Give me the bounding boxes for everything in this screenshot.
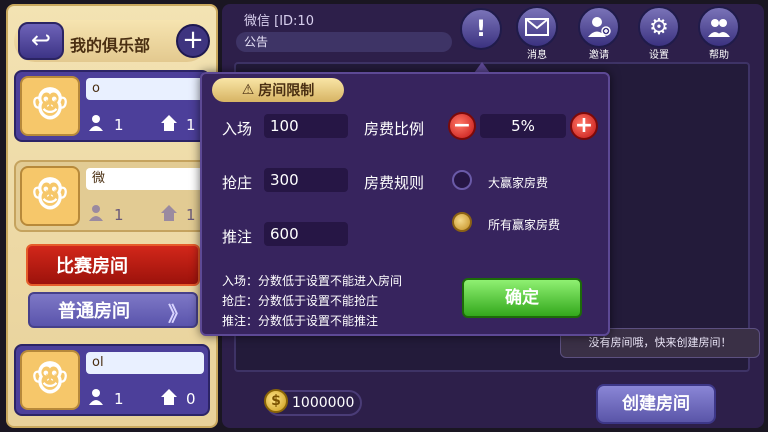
radio-all-winners-label: 所有赢家房费 (488, 218, 561, 232)
settings-label: 设置 (649, 50, 669, 61)
add-user-icon (588, 17, 611, 37)
settings-button[interactable]: ⚙ (638, 6, 680, 48)
minus-icon: − (452, 113, 472, 138)
radio-all-winners[interactable] (452, 212, 472, 232)
room-card[interactable]: 🐵 微 1 1 (14, 160, 210, 232)
banker-input[interactable]: 300 (264, 168, 348, 192)
fee-ratio-increase-button[interactable]: + (570, 112, 598, 140)
room-players-count: 1 (114, 206, 124, 224)
tab-match-rooms[interactable]: 比赛房间 (26, 244, 200, 286)
fee-ratio-decrease-button[interactable]: − (448, 112, 476, 140)
bet-input[interactable]: 600 (264, 222, 348, 246)
notice-text: 公告 (244, 35, 269, 49)
monkey-avatar-icon: 🐵 (20, 76, 80, 136)
room-tables-count: 0 (186, 390, 196, 408)
note-entry: 入场：分数低于设置不能进入房间 (222, 274, 403, 288)
room-owner-name: o (86, 78, 204, 100)
monkey-avatar-icon: 🐵 (20, 166, 80, 226)
person-icon (88, 388, 104, 410)
tab-normal-label: 普通房间 (58, 301, 130, 322)
house-icon (160, 204, 178, 226)
tab-normal-rooms[interactable]: 普通房间 》 (28, 292, 198, 328)
alert-button[interactable]: ! (460, 8, 502, 50)
house-icon (160, 114, 178, 136)
banker-label: 抢庄 (222, 174, 253, 192)
room-players-count: 1 (114, 390, 124, 408)
gear-icon: ⚙ (649, 14, 669, 40)
warning-icon: ⚠ (241, 82, 255, 98)
back-button[interactable]: ↩ (18, 22, 64, 60)
members-icon (708, 19, 730, 37)
coin-balance-value: 1000000 (292, 395, 355, 411)
coin-icon: $ (264, 389, 288, 413)
modal-title: ⚠ 房间限制 (212, 78, 344, 102)
room-tables-count: 1 (186, 206, 196, 224)
fee-ratio-value: 5% (480, 114, 566, 138)
invite-button[interactable] (578, 6, 620, 48)
modal-title-text: 房间限制 (258, 83, 315, 99)
radio-big-winner-label: 大赢家房费 (488, 176, 549, 190)
room-owner-name: ol (86, 352, 204, 374)
bet-label: 推注 (222, 228, 253, 246)
entry-input[interactable]: 100 (264, 114, 348, 138)
back-arrow-icon: ↩ (30, 26, 52, 54)
club-title: 我的俱乐部 (70, 36, 151, 55)
mail-label: 消息 (527, 50, 547, 61)
person-icon (88, 114, 104, 136)
entry-label: 入场 (222, 120, 253, 138)
room-card[interactable]: 🐵 o 1 1 (14, 70, 210, 142)
plus-icon: + (574, 113, 594, 138)
double-chevron-icon: 》 (168, 302, 188, 326)
radio-big-winner[interactable] (452, 170, 472, 190)
monkey-avatar-icon: 🐵 (20, 350, 80, 410)
envelope-icon (525, 18, 549, 36)
plus-icon: + (182, 25, 204, 55)
tab-match-label: 比赛房间 (56, 256, 128, 277)
room-tables-count: 1 (186, 116, 196, 134)
help-label: 帮助 (709, 50, 729, 61)
wechat-id: 微信 [ID:10 (244, 14, 314, 29)
exclamation-icon: ! (475, 16, 487, 42)
room-card[interactable]: 🐵 ol 1 0 (14, 344, 210, 416)
room-owner-name: 微 (86, 168, 204, 190)
house-icon (160, 388, 178, 410)
room-players-count: 1 (114, 116, 124, 134)
notice-bar[interactable]: 公告 (236, 32, 452, 52)
mail-button[interactable] (516, 6, 558, 48)
confirm-button[interactable]: 确定 (462, 278, 582, 318)
note-bet: 推注：分数低于设置不能推注 (222, 314, 379, 328)
note-banker: 抢庄：分数低于设置不能抢庄 (222, 294, 379, 308)
fee-rule-label: 房费规则 (364, 174, 425, 192)
fee-ratio-label: 房费比例 (364, 120, 425, 138)
person-icon (88, 204, 104, 226)
invite-label: 邀请 (589, 50, 609, 61)
create-room-button[interactable]: 创建房间 (596, 384, 716, 424)
help-button[interactable] (698, 6, 740, 48)
add-club-button[interactable]: + (176, 24, 210, 58)
